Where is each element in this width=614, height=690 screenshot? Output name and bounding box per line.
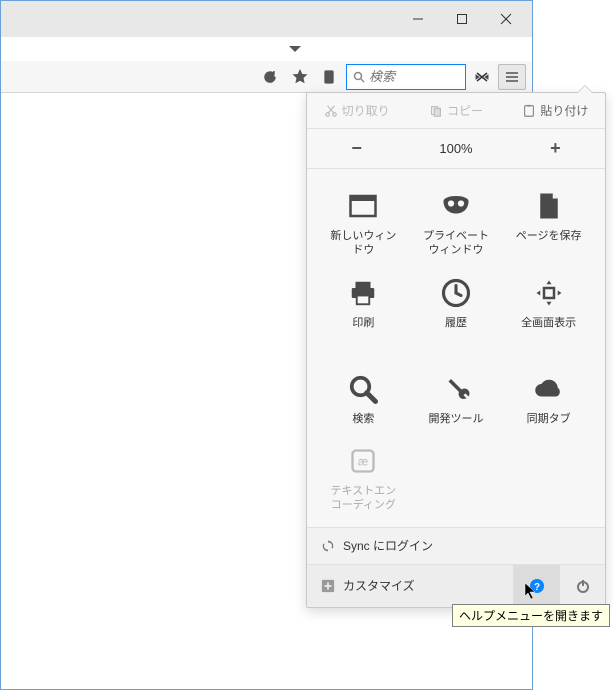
panel-arrow <box>577 85 593 93</box>
menu-grid: 新しいウィン ドウ プライベート ウィンドウ ページを保存 印刷 履歴 全画面表… <box>307 169 605 527</box>
save-page-label: ページを保存 <box>516 229 582 243</box>
copy-button[interactable]: コピー <box>406 102 505 119</box>
sync-label: Sync にログイン <box>343 537 433 554</box>
find-label: 検索 <box>352 412 374 426</box>
new-window-label: 新しいウィン ドウ <box>330 229 396 258</box>
paste-button[interactable]: 貼り付け <box>506 102 605 119</box>
mask-icon <box>441 191 471 221</box>
zoom-value: 100% <box>406 141 505 156</box>
wrench-icon <box>441 374 471 404</box>
overflow-button[interactable] <box>468 64 496 90</box>
scissors-icon <box>324 104 338 118</box>
search-box[interactable] <box>346 64 466 90</box>
reload-icon <box>262 69 278 85</box>
toolbar <box>1 61 532 93</box>
print-label: 印刷 <box>352 316 374 330</box>
library-icon <box>322 69 338 85</box>
tabs-dropdown[interactable] <box>287 41 303 59</box>
hamburger-icon <box>504 69 520 85</box>
cut-button[interactable]: 切り取り <box>307 102 406 119</box>
text-encoding-button[interactable]: æ テキストエン コーディング <box>317 438 410 519</box>
customize-label: カスタマイズ <box>343 577 415 594</box>
cut-label: 切り取り <box>342 102 390 119</box>
sync-signin-button[interactable]: Sync にログイン <box>307 527 605 565</box>
svg-text:æ: æ <box>358 456 368 469</box>
search-input[interactable] <box>369 69 449 84</box>
find-button[interactable]: 検索 <box>317 366 410 432</box>
close-icon <box>500 13 512 25</box>
chevron-down-icon <box>287 44 303 54</box>
overflow-icon <box>474 69 490 85</box>
private-window-button[interactable]: プライベート ウィンドウ <box>410 183 503 264</box>
page-icon <box>534 191 564 221</box>
menu-button[interactable] <box>498 64 526 90</box>
zoom-row: − 100% + <box>307 129 605 169</box>
plus-box-icon <box>321 579 335 593</box>
devtools-button[interactable]: 開発ツール <box>410 366 503 432</box>
copy-label: コピー <box>447 102 483 119</box>
star-icon <box>292 69 308 85</box>
private-window-label: プライベート ウィンドウ <box>423 229 489 258</box>
fullscreen-button[interactable]: 全画面表示 <box>502 270 595 336</box>
text-encoding-label: テキストエン コーディング <box>330 484 396 513</box>
zoom-out-button[interactable]: − <box>307 138 406 159</box>
fullscreen-label: 全画面表示 <box>521 316 576 330</box>
cloud-icon <box>534 374 564 404</box>
devtools-label: 開発ツール <box>428 412 483 426</box>
magnifier-icon <box>348 374 378 404</box>
copy-icon <box>429 104 443 118</box>
menu-panel: 切り取り コピー 貼り付け − 100% + 新しいウィン ドウ プライベート … <box>306 92 606 608</box>
new-window-button[interactable]: 新しいウィン ドウ <box>317 183 410 264</box>
bottom-row: カスタマイズ ? <box>307 565 605 607</box>
customize-button[interactable]: カスタマイズ <box>307 565 513 607</box>
history-button[interactable]: 履歴 <box>410 270 503 336</box>
power-icon <box>575 578 591 594</box>
printer-icon <box>348 278 378 308</box>
maximize-icon <box>456 13 468 25</box>
synced-tabs-label: 同期タブ <box>527 412 571 426</box>
window-icon <box>348 191 378 221</box>
clock-icon <box>441 278 471 308</box>
edit-row: 切り取り コピー 貼り付け <box>307 93 605 129</box>
history-label: 履歴 <box>445 316 467 330</box>
minimize-icon <box>412 13 424 25</box>
zoom-in-button[interactable]: + <box>506 138 605 159</box>
close-button[interactable] <box>484 5 528 33</box>
titlebar <box>1 1 532 37</box>
synced-tabs-button[interactable]: 同期タブ <box>502 366 595 432</box>
tooltip: ヘルプメニューを開きます <box>452 604 610 627</box>
bookmark-star-button[interactable] <box>286 64 314 90</box>
encoding-icon: æ <box>349 447 377 475</box>
maximize-button[interactable] <box>440 5 484 33</box>
paste-icon <box>522 104 536 118</box>
sync-icon <box>321 539 335 553</box>
library-button[interactable] <box>316 64 344 90</box>
reload-button[interactable] <box>256 64 284 90</box>
search-icon <box>353 71 365 83</box>
save-page-button[interactable]: ページを保存 <box>502 183 595 264</box>
paste-label: 貼り付け <box>540 102 588 119</box>
fullscreen-icon <box>534 278 564 308</box>
print-button[interactable]: 印刷 <box>317 270 410 336</box>
quit-button[interactable] <box>559 565 605 607</box>
minimize-button[interactable] <box>396 5 440 33</box>
